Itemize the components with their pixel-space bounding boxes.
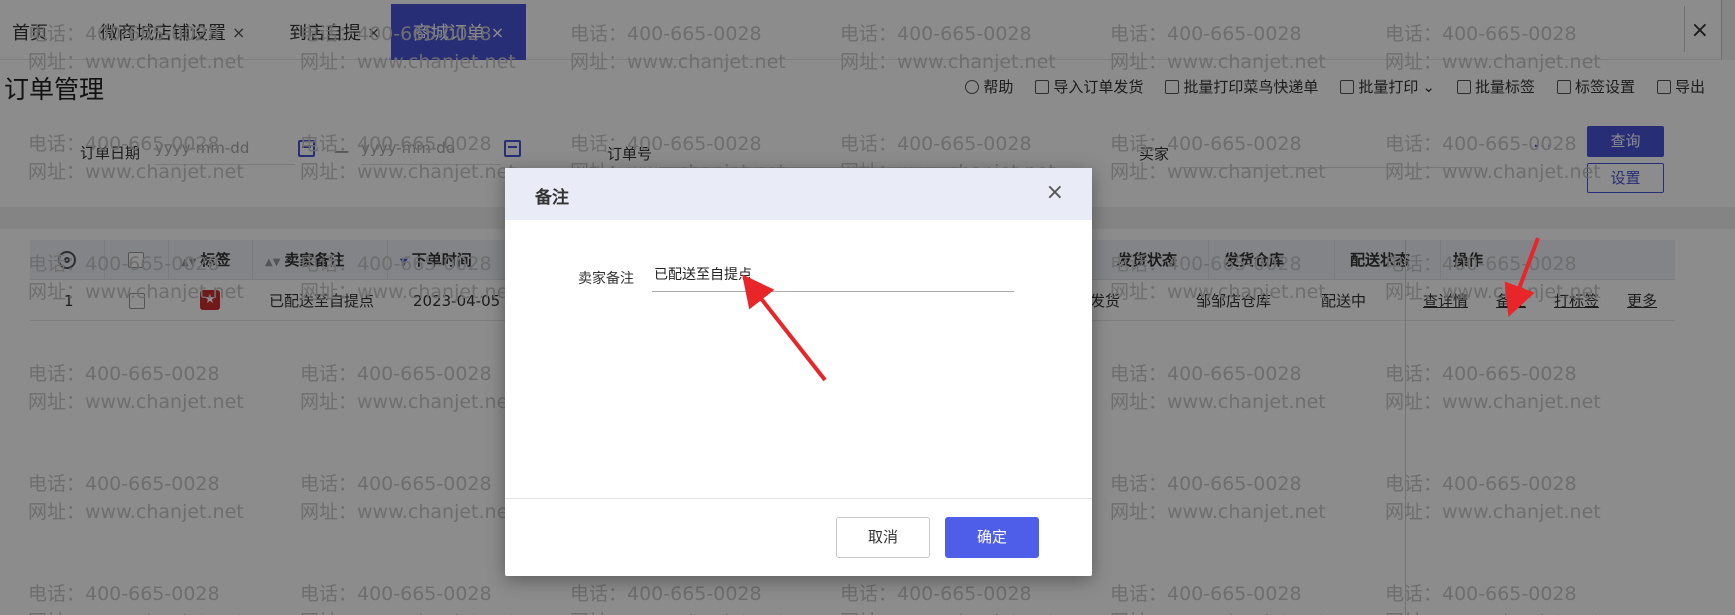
seller-note-label: 卖家备注 xyxy=(578,271,634,287)
seller-note-input[interactable]: 已配送至自提点 xyxy=(652,262,1014,292)
close-icon[interactable]: × xyxy=(1046,180,1064,205)
cancel-button[interactable]: 取消 xyxy=(836,517,930,558)
remark-dialog: 备注 × 卖家备注 已配送至自提点 取消 确定 xyxy=(505,168,1092,576)
confirm-button[interactable]: 确定 xyxy=(945,517,1039,558)
dialog-title: 备注 xyxy=(535,188,569,208)
divider xyxy=(505,498,1092,499)
dialog-header: 备注 × xyxy=(505,168,1092,220)
